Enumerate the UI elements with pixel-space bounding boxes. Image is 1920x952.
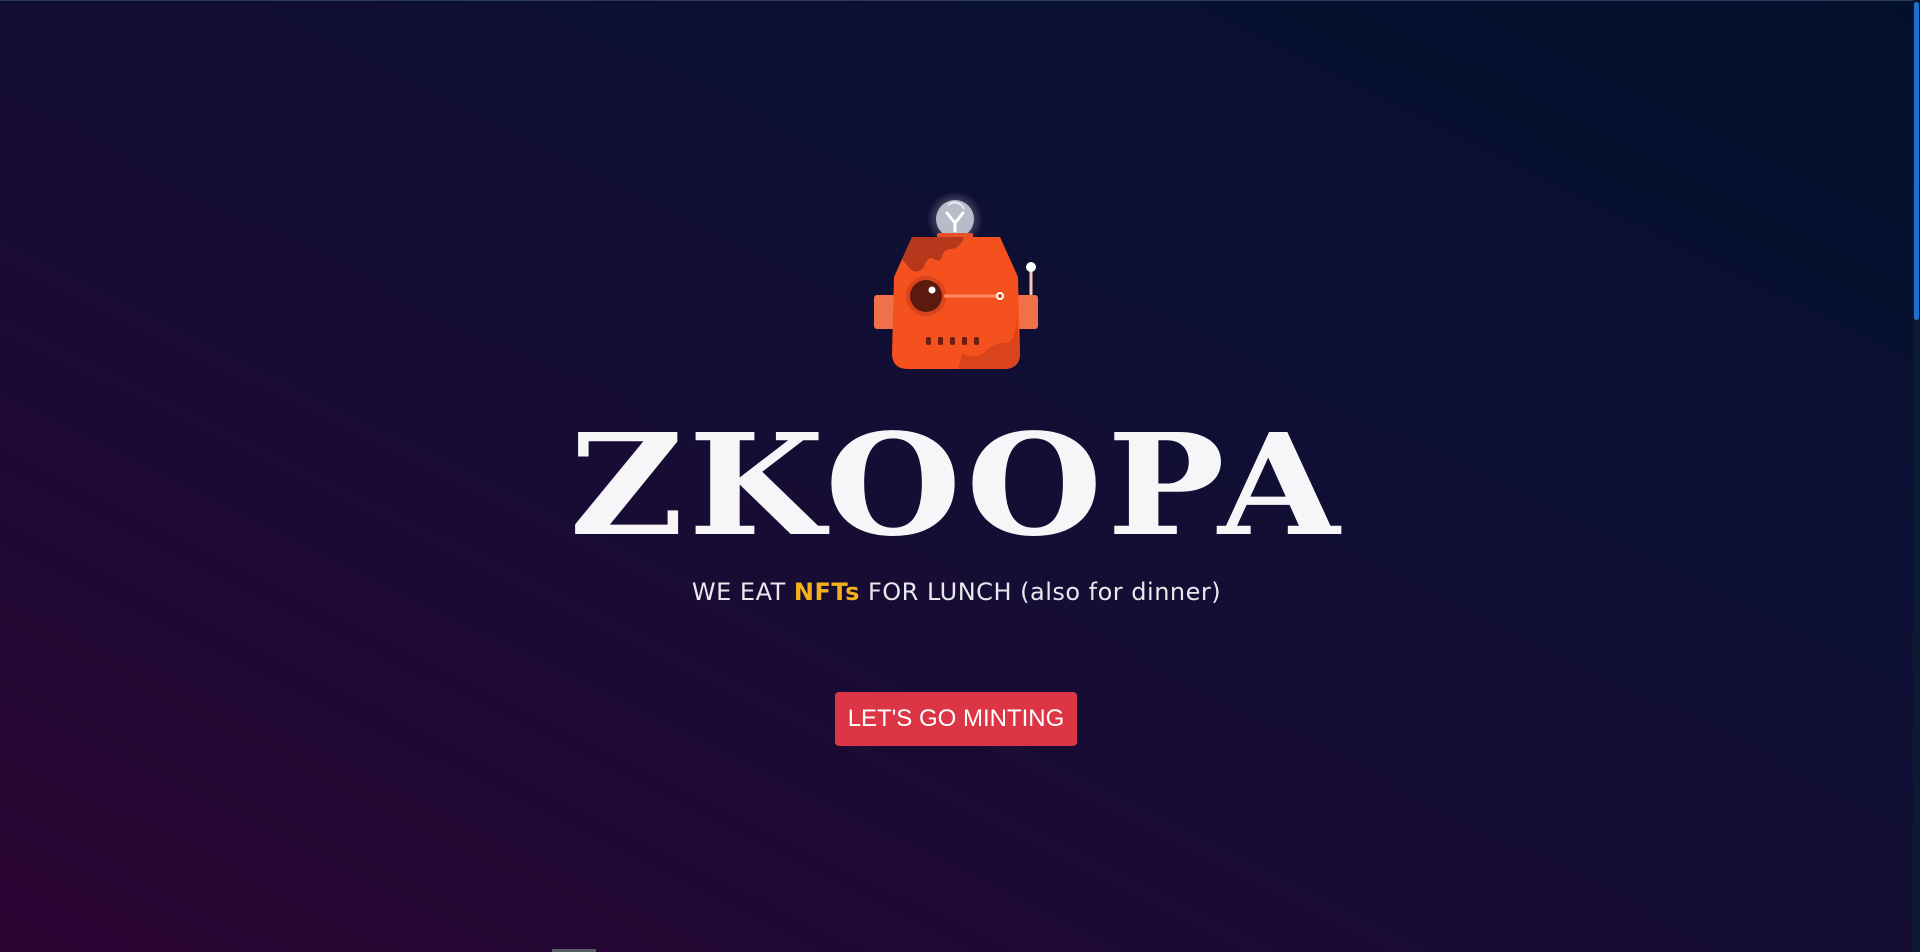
lets-go-minting-button[interactable]: LET'S GO MINTING xyxy=(835,692,1077,746)
page: ZKOOPA WE EAT NFTs FOR LUNCH (also for d… xyxy=(0,0,1920,952)
hero-section: ZKOOPA WE EAT NFTs FOR LUNCH (also for d… xyxy=(0,0,1913,952)
robot-mascot-icon xyxy=(874,193,1038,369)
tagline-prefix: WE EAT xyxy=(691,578,794,606)
scrollbar-thumb[interactable] xyxy=(1914,2,1919,320)
hero-tagline: WE EAT NFTs FOR LUNCH (also for dinner) xyxy=(0,575,1913,609)
brand-title: ZKOOPA xyxy=(569,404,1345,568)
page-scrollbar[interactable] xyxy=(1913,0,1920,952)
tagline-suffix: FOR LUNCH (also for dinner) xyxy=(859,578,1222,606)
tagline-highlight: NFTs xyxy=(793,578,860,606)
